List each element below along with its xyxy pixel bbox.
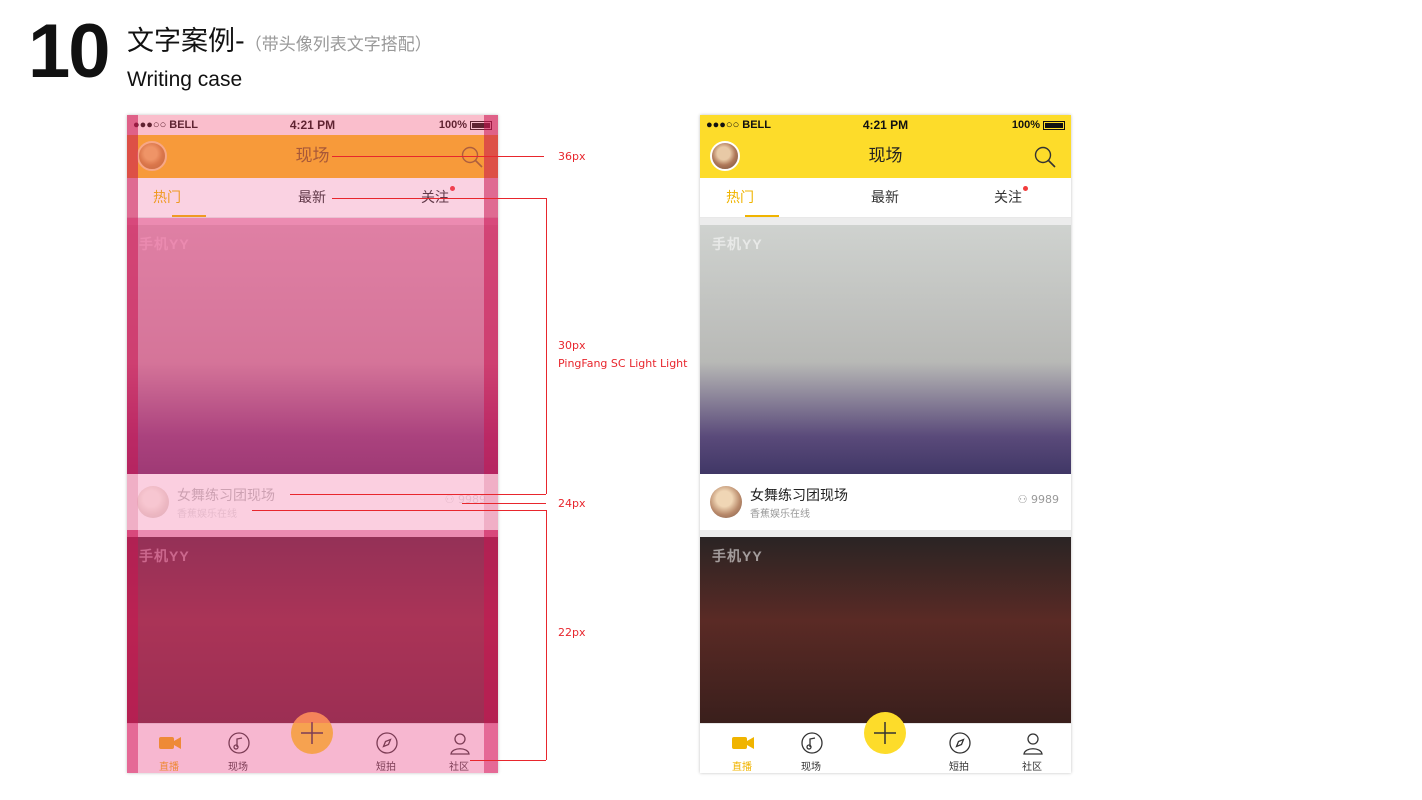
tab-latest[interactable]: 最新 (845, 178, 925, 218)
annotation-line (290, 494, 546, 495)
annotation-line (332, 156, 544, 157)
overlay-margin-left (127, 115, 138, 773)
tabbar-item-live[interactable]: 直播 (712, 724, 772, 773)
tab-badge-dot (1023, 186, 1028, 191)
annotation-line (546, 510, 547, 760)
annotation-label: 36px (558, 150, 586, 163)
host-avatar[interactable] (710, 486, 742, 518)
plus-icon (874, 722, 896, 744)
tab-bar: 热门 最新 关注 (700, 178, 1071, 218)
watermark: 手机YY (712, 236, 763, 252)
feed-item-info[interactable]: 女舞练习团现场 香蕉娱乐在线 ⚇ 9989 (700, 474, 1071, 530)
tab-follow[interactable]: 关注 (968, 178, 1048, 218)
divider (700, 218, 1071, 225)
viewer-count: ⚇ 9989 (1018, 493, 1059, 506)
title-text: 文字案例- (127, 26, 245, 57)
overlay-band (127, 723, 498, 773)
tabbar-label: 社区 (1022, 762, 1042, 773)
phone-mockup-annotated: ●●●○○ BELL 4:21 PM 100% 现场 热门 最新 关注 手机YY… (127, 115, 498, 773)
live-cover-image[interactable]: 手机YY (700, 537, 1071, 723)
battery-label: 100% (1011, 119, 1040, 131)
tabbar-item-community[interactable]: 社区 (1002, 724, 1062, 773)
page-subtitle-en: Writing case (127, 68, 243, 91)
publish-button[interactable] (864, 712, 906, 754)
annotation-line (462, 503, 546, 504)
feed-item-title: 女舞练习团现场 (750, 488, 848, 504)
battery-indicator: 100% (1012, 115, 1065, 135)
tabbar-item-short[interactable]: 短拍 (929, 724, 989, 773)
annotation-line (546, 198, 547, 494)
annotation-label: 22px (558, 626, 586, 639)
user-icon (1023, 733, 1043, 755)
annotation-line (470, 760, 546, 761)
annotation-label: PingFang SC Light Light (558, 357, 688, 370)
battery-icon (1043, 120, 1065, 130)
tabbar-label: 短拍 (949, 762, 969, 773)
nav-bar: 现场 (700, 135, 1071, 178)
annotation-label: 30px (558, 339, 586, 352)
overlay-margin-right (484, 115, 498, 773)
person-icon: ⚇ (1017, 493, 1031, 506)
search-icon[interactable] (1033, 145, 1057, 169)
divider (700, 530, 1071, 537)
live-cover-image[interactable]: 手机YY (700, 225, 1071, 474)
status-bar: ●●●○○ BELL 4:21 PM 100% (700, 115, 1071, 135)
music-note-icon (801, 732, 823, 754)
compass-icon (949, 732, 971, 754)
video-camera-icon (732, 737, 754, 749)
page-number: 10 (28, 9, 111, 94)
overlay-info-band (127, 474, 498, 530)
annotation-line (332, 198, 546, 199)
nav-title: 现场 (868, 146, 903, 166)
title-subtitle: （带头像列表文字搭配） (244, 35, 432, 55)
bottom-tab-bar: 直播 现场 短拍 社区 (700, 712, 1071, 773)
tab-active-indicator (745, 215, 779, 217)
annotation-line (252, 510, 546, 511)
feed-item-subtitle: 香蕉娱乐在线 (750, 509, 810, 520)
overlay-band (127, 218, 498, 723)
tabbar-label: 直播 (732, 762, 752, 773)
viewer-count-value: 9989 (1031, 493, 1059, 506)
annotation-label: 24px (558, 497, 586, 510)
phone-mockup: ●●●○○ BELL 4:21 PM 100% 现场 热门 最新 关注 手机YY… (700, 115, 1071, 773)
tab-hot[interactable]: 热门 (700, 178, 780, 218)
watermark: 手机YY (712, 548, 763, 564)
tabbar-label: 现场 (801, 762, 821, 773)
page-title: 文字案例-（带头像列表文字搭配） (127, 28, 432, 55)
tabbar-item-scene[interactable]: 现场 (781, 724, 841, 773)
